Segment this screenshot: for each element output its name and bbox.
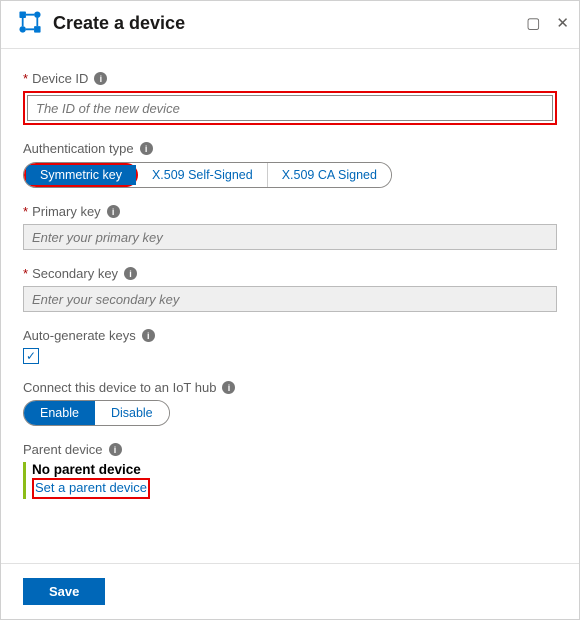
info-icon[interactable]: i: [109, 443, 122, 456]
auto-generate-label: Auto-generate keys: [23, 328, 136, 343]
parent-device-status: No parent device: [32, 462, 557, 477]
primary-key-input[interactable]: [23, 224, 557, 250]
auto-generate-field: Auto-generate keys i ✓: [23, 328, 557, 364]
secondary-key-label: Secondary key: [32, 266, 118, 281]
device-id-highlight: [23, 91, 557, 125]
secondary-key-input[interactable]: [23, 286, 557, 312]
required-marker: *: [23, 266, 28, 281]
required-marker: *: [23, 204, 28, 219]
parent-device-field: Parent device i No parent device Set a p…: [23, 442, 557, 499]
auth-type-selector: Symmetric key X.509 Self-Signed X.509 CA…: [23, 162, 392, 188]
primary-key-label: Primary key: [32, 204, 101, 219]
connect-hub-toggle: Enable Disable: [23, 400, 170, 426]
info-icon[interactable]: i: [107, 205, 120, 218]
device-id-label: Device ID: [32, 71, 88, 86]
info-icon[interactable]: i: [222, 381, 235, 394]
parent-device-label: Parent device: [23, 442, 103, 457]
parent-device-block: No parent device Set a parent device: [23, 462, 557, 499]
auth-type-x509-ca[interactable]: X.509 CA Signed: [268, 163, 391, 187]
auth-type-symmetric[interactable]: Symmetric key: [26, 165, 136, 185]
info-icon[interactable]: i: [124, 267, 137, 280]
dialog-header: Create a device ▢ ✕: [1, 1, 579, 49]
auth-type-label: Authentication type: [23, 141, 134, 156]
primary-key-field: * Primary key i: [23, 204, 557, 250]
dialog-content: * Device ID i Authentication type i Symm…: [1, 49, 579, 499]
auto-generate-checkbox[interactable]: ✓: [23, 348, 39, 364]
maximize-icon[interactable]: ▢: [526, 16, 540, 31]
info-icon[interactable]: i: [142, 329, 155, 342]
close-icon[interactable]: ✕: [556, 16, 569, 31]
auth-type-highlight: Symmetric key: [24, 163, 138, 187]
parent-device-link-highlight: Set a parent device: [32, 478, 150, 499]
connect-hub-field: Connect this device to an IoT hub i Enab…: [23, 380, 557, 426]
dialog-title: Create a device: [53, 13, 185, 34]
set-parent-device-link[interactable]: Set a parent device: [35, 480, 147, 495]
device-id-input[interactable]: [27, 95, 553, 121]
required-marker: *: [23, 71, 28, 86]
save-button[interactable]: Save: [23, 578, 105, 605]
dialog-footer: Save: [1, 563, 579, 619]
auth-type-x509-self[interactable]: X.509 Self-Signed: [138, 163, 268, 187]
info-icon[interactable]: i: [140, 142, 153, 155]
device-icon: [17, 9, 43, 38]
secondary-key-field: * Secondary key i: [23, 266, 557, 312]
connect-hub-enable[interactable]: Enable: [24, 401, 95, 425]
connect-hub-disable[interactable]: Disable: [95, 401, 169, 425]
auth-type-field: Authentication type i Symmetric key X.50…: [23, 141, 557, 188]
info-icon[interactable]: i: [94, 72, 107, 85]
connect-hub-label: Connect this device to an IoT hub: [23, 380, 216, 395]
device-id-field: * Device ID i: [23, 71, 557, 125]
